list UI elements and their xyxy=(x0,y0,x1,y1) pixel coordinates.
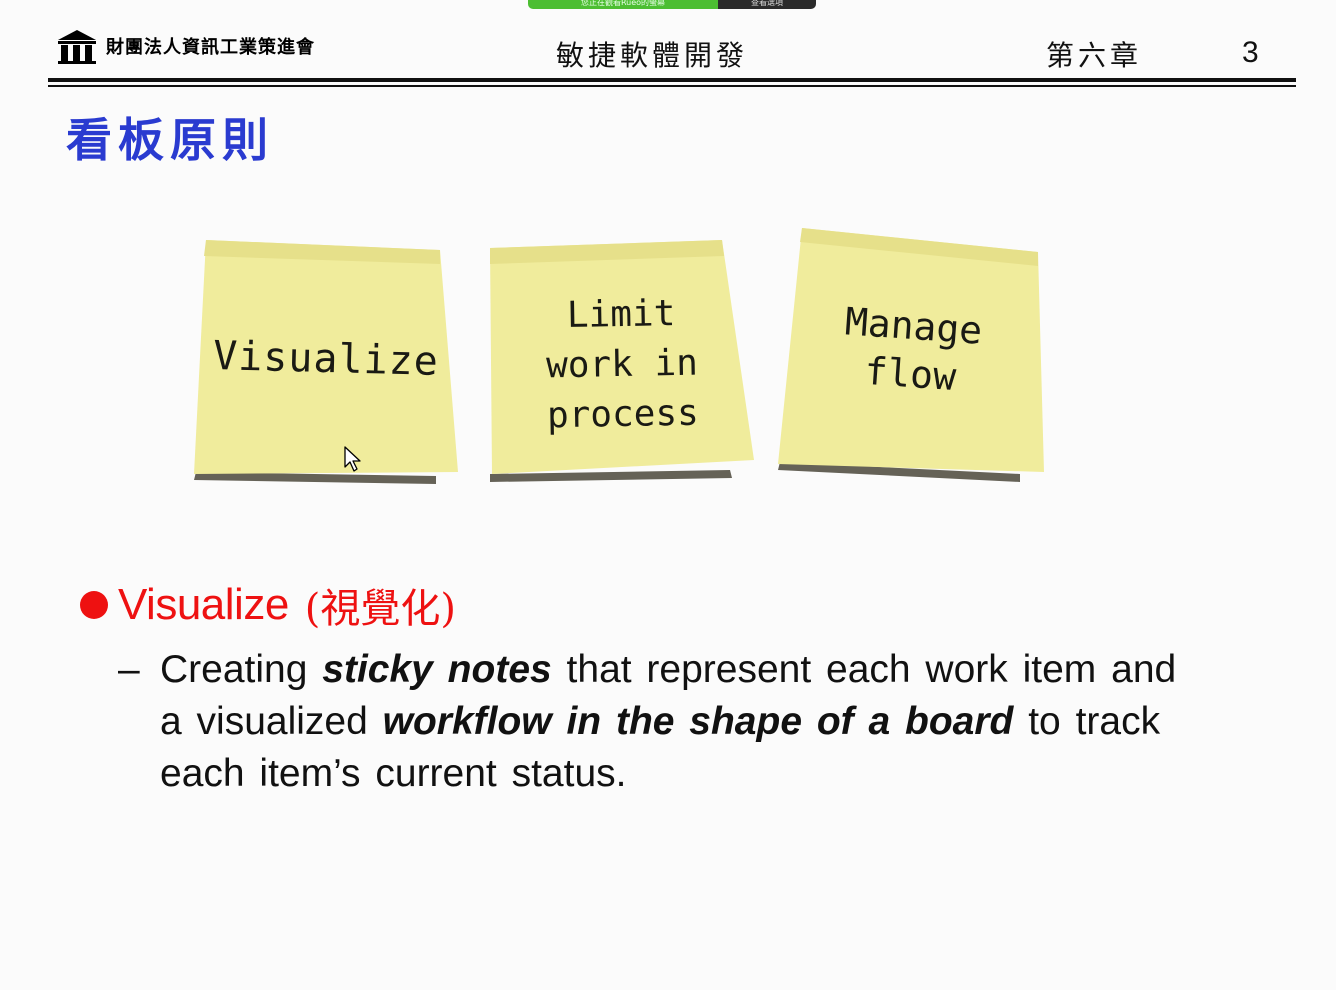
view-options-button[interactable]: 查看選項 xyxy=(718,0,816,9)
text-run: a visualized xyxy=(160,700,368,743)
sticky-note-manage-flow: Manage flow xyxy=(776,226,1048,484)
header-rule xyxy=(48,78,1296,82)
sticky-note-limit-wip: Limit work in process xyxy=(486,238,758,486)
bullet-visualize: Visualize (視覺化) xyxy=(80,576,456,634)
dash-marker: – xyxy=(118,648,140,691)
sub-bullet-line-2: a visualized workflow in the shape of a … xyxy=(160,696,1160,748)
sticky-note-text: Visualize xyxy=(189,332,462,385)
text-run: that represent each work item and xyxy=(566,648,1177,691)
course-title: 敏捷軟體開發 xyxy=(556,39,749,72)
institute-logo-icon xyxy=(58,30,96,64)
chapter-label: 第六章 xyxy=(1046,39,1143,72)
emphasis-sticky-notes: sticky notes xyxy=(322,648,552,691)
screen-share-bar: 您正在觀看Rueo的螢幕 查看選項 xyxy=(528,0,816,9)
sticky-note-line: process xyxy=(546,392,700,437)
sticky-note-line: Limit xyxy=(566,293,676,336)
org-name: 財團法人資訊工業策進會 xyxy=(106,37,315,58)
slide-title: 看板原則 xyxy=(66,113,274,167)
org-logo: 財團法人資訊工業策進會 xyxy=(56,28,315,64)
screen-share-status: 您正在觀看Rueo的螢幕 xyxy=(528,0,718,9)
sub-bullet-line-1: Creating sticky notes that represent eac… xyxy=(160,644,1176,696)
page-number: 3 xyxy=(1242,36,1259,69)
sticky-note-text: Manage flow xyxy=(773,293,1051,408)
text-run: Creating xyxy=(160,648,308,691)
sticky-note-text: Limit work in process xyxy=(485,288,760,443)
bullet-dot-icon xyxy=(80,591,108,619)
sticky-note-line: Visualize xyxy=(212,333,440,385)
mouse-pointer-icon xyxy=(344,446,361,472)
sub-bullet-line-3: each item’s current status. xyxy=(160,748,626,800)
sticky-note-visualize: Visualize xyxy=(190,236,462,484)
slide-header: 財團法人資訊工業策進會 敏捷軟體開發 第六章 3 xyxy=(48,26,1296,87)
bullet-heading-cjk: (視覺化) xyxy=(304,586,457,632)
header-rule-thin xyxy=(48,85,1296,87)
text-run: to track xyxy=(1028,700,1161,743)
emphasis-workflow: workflow in the shape of a board xyxy=(382,700,1014,743)
text-run: each item’s current status. xyxy=(160,752,627,795)
bullet-heading: Visualize xyxy=(118,580,289,629)
sticky-note-line: work in xyxy=(545,342,699,387)
